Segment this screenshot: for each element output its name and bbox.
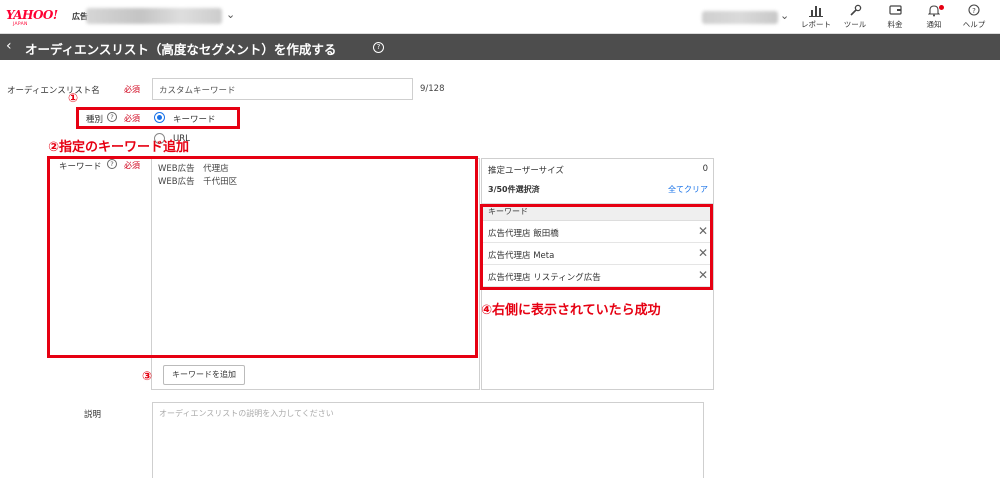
annotation-box-keyword	[47, 156, 478, 358]
annotation-2: ②指定のキーワード追加	[48, 140, 190, 155]
question-circle-icon: ?	[955, 4, 993, 18]
annotation-4: ④右側に表示されていたら成功	[481, 303, 661, 318]
help-icon[interactable]: ?	[373, 42, 384, 53]
audience-name-label: オーディエンスリスト名	[7, 86, 100, 96]
audience-name-input[interactable]: カスタムキーワード	[152, 78, 413, 100]
top-bar: YAHOO! JAPAN 広告 ⌄ ⌄ レポート ツール 料金 通知 ? ヘルプ	[0, 0, 1000, 34]
add-keyword-button[interactable]: キーワードを追加	[163, 365, 245, 385]
nav-billing-label: 料金	[887, 20, 903, 29]
description-label: 説明	[84, 410, 102, 420]
back-chevron-icon[interactable]: ‹	[6, 38, 12, 54]
annotation-box-selected	[480, 204, 713, 290]
bell-icon	[915, 4, 953, 18]
wallet-icon	[876, 4, 914, 18]
title-bar: ‹ オーディエンスリスト（高度なセグメント）を作成する ?	[0, 34, 1000, 60]
required-badge: 必須	[124, 85, 140, 94]
annotation-1: ①	[68, 91, 79, 105]
nav-report[interactable]: レポート	[797, 4, 835, 30]
bar-chart-icon	[797, 4, 835, 18]
chevron-down-icon[interactable]: ⌄	[780, 9, 789, 22]
wrench-icon	[836, 4, 874, 18]
description-placeholder: オーディエンスリストの説明を入力してください	[159, 409, 334, 418]
selected-count: 3/50件選択済	[488, 185, 540, 194]
user-menu[interactable]	[702, 11, 778, 24]
nav-notifications-label: 通知	[926, 20, 942, 29]
char-counter: 9/128	[420, 84, 445, 94]
annotation-box-type	[76, 107, 240, 129]
account-selector[interactable]	[86, 8, 222, 24]
notification-badge	[939, 5, 944, 10]
yahoo-logo-sub: JAPAN	[13, 22, 28, 27]
nav-help-label: ヘルプ	[962, 20, 986, 29]
page-title: オーディエンスリスト（高度なセグメント）を作成する	[25, 42, 337, 57]
nav-tools-label: ツール	[843, 20, 867, 29]
nav-tools[interactable]: ツール	[836, 4, 874, 30]
clear-all-link[interactable]: 全てクリア	[668, 184, 708, 195]
chevron-down-icon[interactable]: ⌄	[226, 8, 238, 22]
nav-billing[interactable]: 料金	[876, 4, 914, 30]
nav-report-label: レポート	[801, 20, 831, 29]
svg-text:?: ?	[972, 7, 976, 15]
description-textarea[interactable]: オーディエンスリストの説明を入力してください	[152, 402, 704, 478]
nav-help[interactable]: ? ヘルプ	[955, 4, 993, 30]
annotation-3: ③	[142, 369, 153, 383]
nav-notifications[interactable]: 通知	[915, 4, 953, 30]
yahoo-logo[interactable]: YAHOO!	[6, 8, 58, 22]
estimated-size-label: 推定ユーザーサイズ	[488, 166, 564, 176]
estimated-size-value: 0	[702, 164, 708, 174]
